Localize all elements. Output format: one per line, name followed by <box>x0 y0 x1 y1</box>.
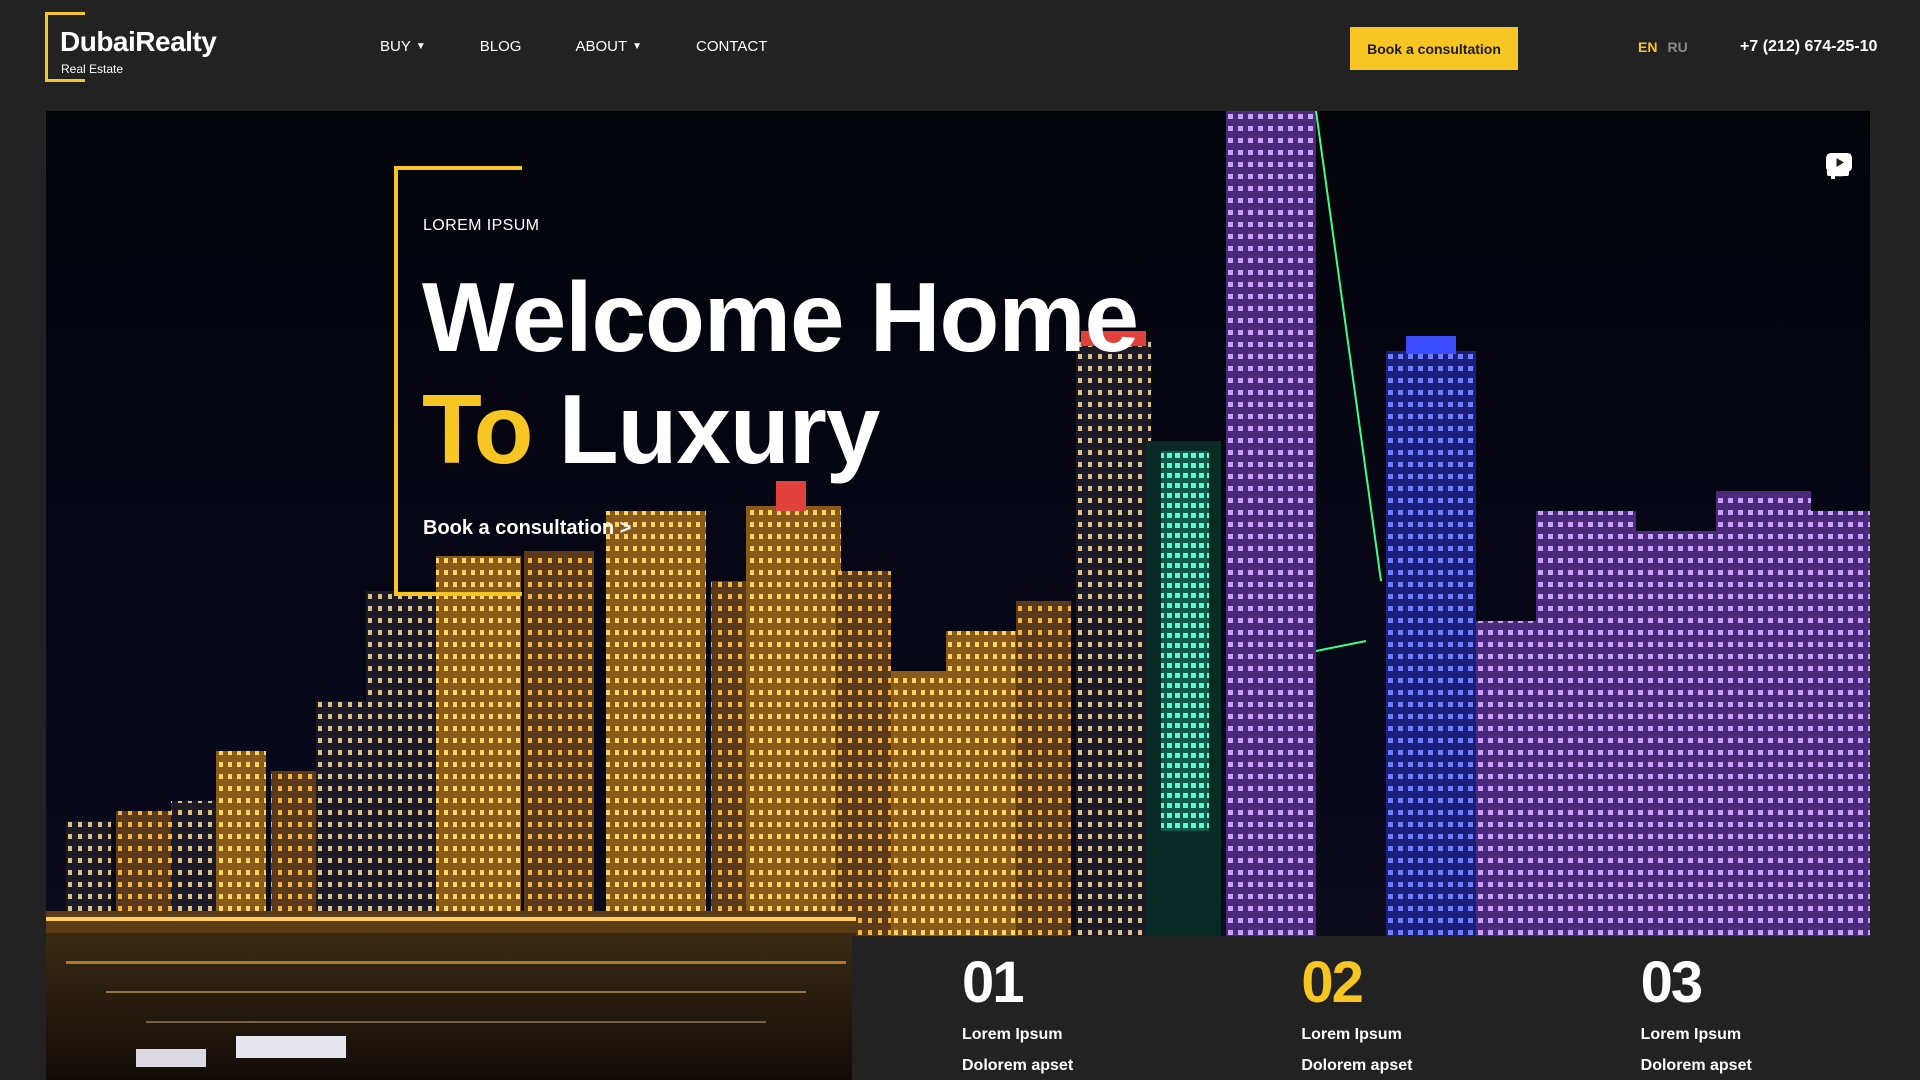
language-en[interactable]: EN <box>1638 39 1657 55</box>
nav-item-buy[interactable]: BUY ▼ <box>380 38 426 55</box>
youtube-icon[interactable] <box>1826 153 1854 371</box>
nav-label: BUY <box>380 38 411 55</box>
hero-headline: Welcome Home To Luxury <box>422 261 1139 485</box>
hero-book-consultation-link[interactable]: Book a consultation > <box>423 517 631 540</box>
step-number: 02 <box>1301 950 1364 1015</box>
phone-number[interactable]: +7 (212) 674-25-10 <box>1740 38 1877 56</box>
step-number: 03 <box>1640 950 1704 1015</box>
social-links <box>1826 153 1854 371</box>
headline-accent-word: To <box>422 374 533 484</box>
instagram-icon[interactable] <box>1826 153 1854 227</box>
book-consultation-button[interactable]: Book a consultation <box>1350 27 1518 70</box>
linkedin-icon[interactable] <box>1826 154 1854 275</box>
nav-label: ABOUT <box>575 38 628 55</box>
brand-name: DubaiRealty <box>60 26 217 57</box>
language-switcher: EN RU <box>1638 39 1688 55</box>
steps-panel: 01 Lorem Ipsum Dolorem apset 02 Lorem Ip… <box>852 936 1870 1080</box>
nav-item-blog[interactable]: BLOG <box>480 38 522 55</box>
chevron-down-icon: ▼ <box>632 41 643 52</box>
nav-label: BLOG <box>479 38 522 55</box>
brand-tagline: Real Estate <box>61 62 124 76</box>
step-title: Lorem Ipsum <box>1640 1026 1742 1043</box>
step-number: 01 <box>962 950 1025 1015</box>
hero-section: LOREM IPSUM Welcome Home To Luxury Book … <box>46 111 1870 1080</box>
nav-item-contact[interactable]: CONTACT <box>696 38 767 55</box>
language-ru[interactable]: RU <box>1667 39 1687 55</box>
brand-logo[interactable]: DubaiRealty Real Estate <box>45 12 245 82</box>
hero-eyebrow: LOREM IPSUM <box>423 217 540 234</box>
step-subtitle: Dolorem apset <box>962 1057 1074 1074</box>
step-subtitle: Dolorem apset <box>1640 1057 1752 1074</box>
twitter-icon[interactable] <box>1826 153 1854 323</box>
chevron-down-icon: ▼ <box>415 41 426 52</box>
step-title: Lorem Ipsum <box>962 1026 1063 1043</box>
step-item: 03 Lorem Ipsum Dolorem apset <box>1531 936 1870 1080</box>
city-skyline-image <box>46 111 1870 1080</box>
nav-item-about[interactable]: ABOUT ▼ <box>575 38 642 55</box>
step-item: 01 Lorem Ipsum Dolorem apset <box>852 936 1191 1080</box>
headline-line-1: Welcome Home <box>422 262 1139 372</box>
headline-line-2: To Luxury <box>422 373 1138 485</box>
nav-label: CONTACT <box>696 38 768 55</box>
step-title: Lorem Ipsum <box>1301 1026 1402 1043</box>
step-item: 02 Lorem Ipsum Dolorem apset <box>1191 936 1530 1080</box>
headline-rest: Luxury <box>558 374 881 484</box>
step-subtitle: Dolorem apset <box>1301 1057 1413 1074</box>
main-nav: BUY ▼ BLOG ABOUT ▼ CONTACT <box>380 38 767 55</box>
